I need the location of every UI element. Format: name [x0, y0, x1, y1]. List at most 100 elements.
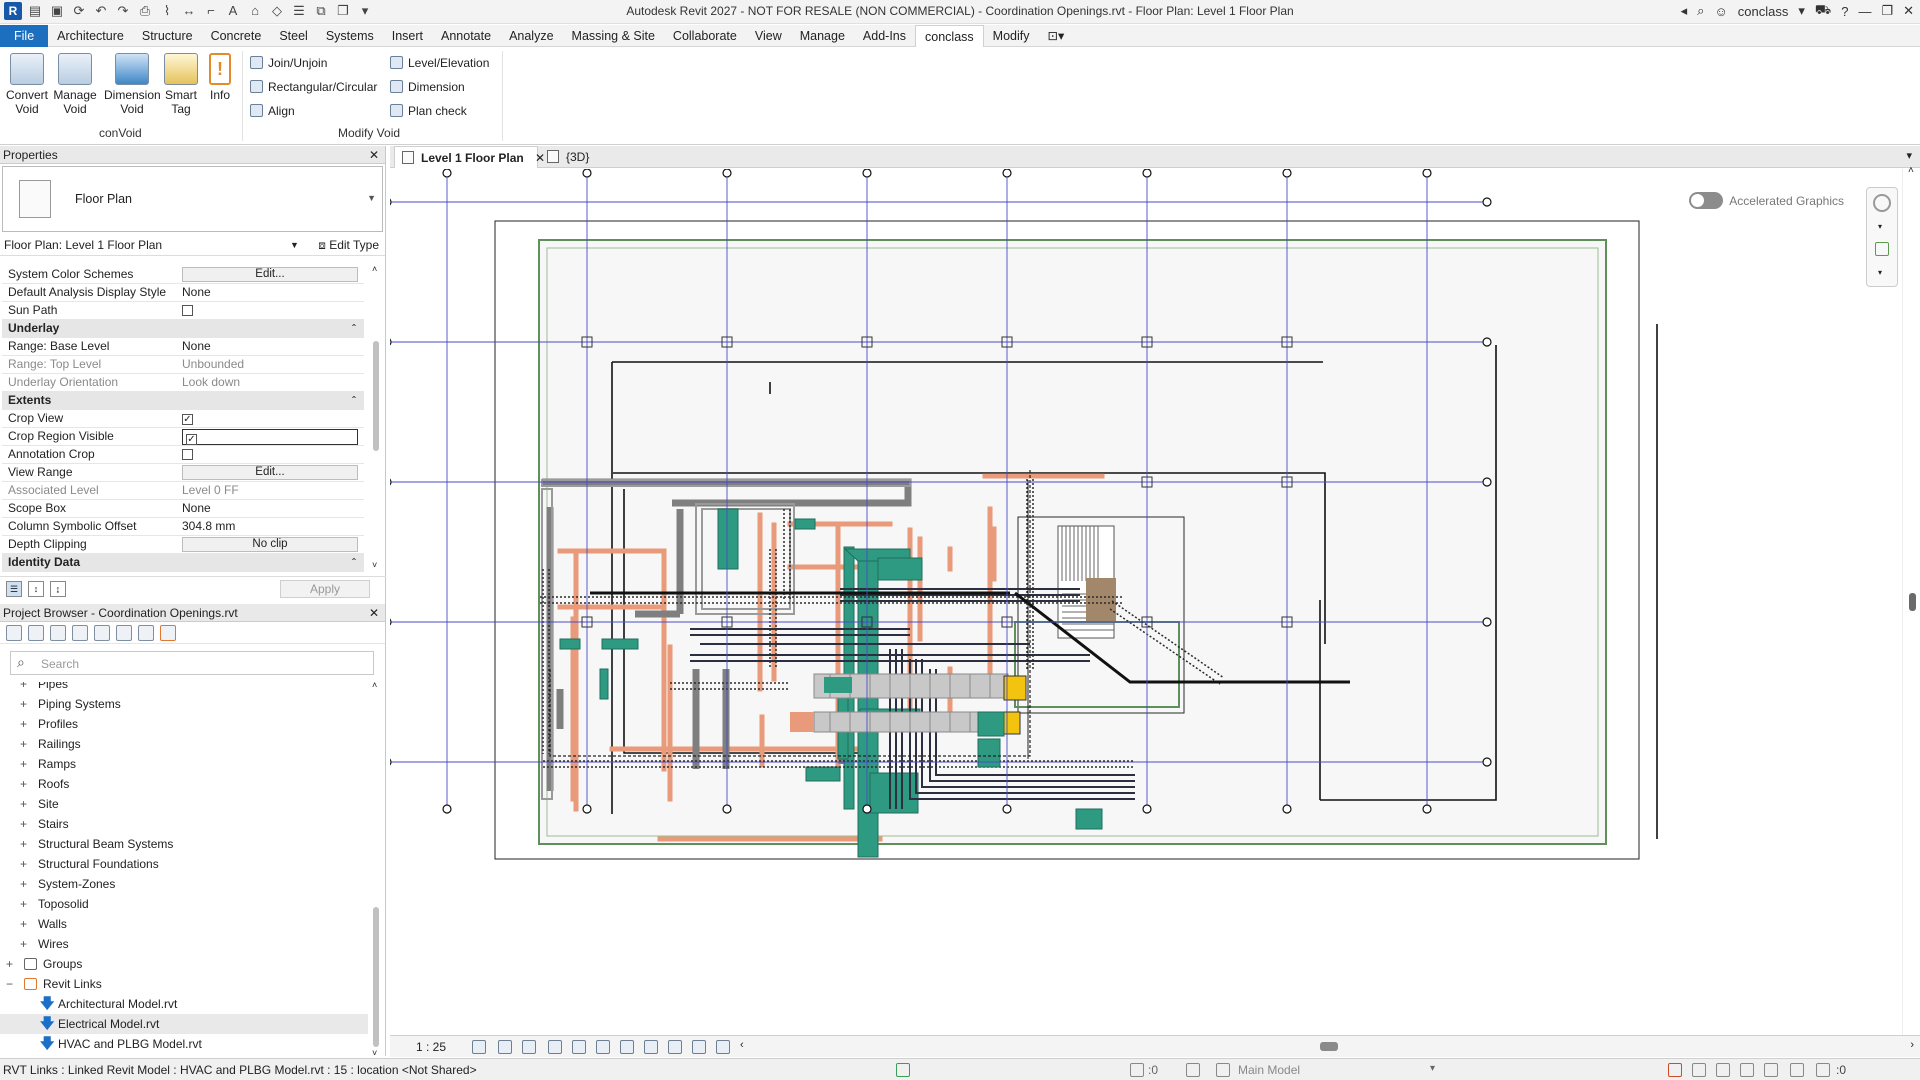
expand-icon[interactable]: +: [20, 834, 27, 854]
grid-bubble[interactable]: [390, 338, 392, 346]
tree-item-link[interactable]: 🡇 HVAC and PLBG Model.rvt: [0, 1034, 368, 1054]
tree-item[interactable]: − Revit Links: [0, 974, 368, 994]
tree-item[interactable]: + Stairs: [0, 814, 368, 834]
minimize-icon[interactable]: —: [1858, 4, 1871, 19]
design-options-icon[interactable]: [1216, 1063, 1230, 1077]
background-process-icon[interactable]: [1790, 1063, 1804, 1077]
close-icon[interactable]: ✕: [369, 146, 379, 164]
property-value[interactable]: None: [178, 500, 364, 517]
info-button[interactable]: ! Info: [193, 53, 247, 102]
sync-icon[interactable]: ⟳: [70, 2, 88, 20]
grid-bubble[interactable]: [1482, 197, 1492, 207]
expand-icon[interactable]: +: [20, 934, 27, 954]
expand-icon[interactable]: +: [20, 734, 27, 754]
dimension-icon[interactable]: ↔: [180, 2, 198, 20]
plan-check-button[interactable]: Plan check: [390, 101, 467, 121]
level-elevation-button[interactable]: Level/Elevation: [390, 53, 489, 73]
property-checkbox[interactable]: [182, 449, 193, 460]
tree-item[interactable]: + Profiles: [0, 714, 368, 734]
apply-button[interactable]: Apply: [280, 580, 370, 598]
grid-bubble[interactable]: [1482, 477, 1492, 487]
groups-icon[interactable]: [138, 625, 154, 641]
tab-insert[interactable]: Insert: [383, 25, 432, 47]
print-icon[interactable]: ⎙: [136, 2, 154, 20]
revit-logo-icon[interactable]: R: [4, 2, 22, 20]
expand-icon[interactable]: +: [20, 774, 27, 794]
active-model[interactable]: Main Model: [1238, 1063, 1300, 1077]
thin-lines-icon[interactable]: ☰: [290, 2, 308, 20]
visual-style-icon[interactable]: [498, 1040, 512, 1054]
expand-icon[interactable]: +: [6, 954, 13, 974]
chevron-down-icon[interactable]: ▾: [1878, 268, 1882, 277]
save-icon[interactable]: ▣: [48, 2, 66, 20]
align-button[interactable]: Align: [250, 101, 295, 121]
tab-collaborate[interactable]: Collaborate: [664, 25, 746, 47]
manage-void-button[interactable]: Manage Void: [48, 53, 102, 116]
tree-item-link[interactable]: 🡇 Architectural Model.rvt: [0, 994, 368, 1014]
scrollbar-thumb[interactable]: [373, 341, 379, 451]
back-icon[interactable]: ◂: [1681, 3, 1688, 19]
expand-icon[interactable]: +: [20, 754, 27, 774]
tab-add-ins[interactable]: Add-Ins: [854, 25, 915, 47]
schedules-icon[interactable]: [72, 625, 88, 641]
chevron-left-icon[interactable]: ‹: [740, 1039, 744, 1051]
expand-icon[interactable]: +: [20, 682, 27, 694]
tab-concrete[interactable]: Concrete: [202, 25, 271, 47]
convert-void-button[interactable]: Convert Void: [0, 53, 54, 116]
sort-descending-icon[interactable]: ↨: [50, 581, 66, 597]
switch-windows-icon[interactable]: ❐: [334, 2, 352, 20]
property-edit-button[interactable]: No clip: [182, 537, 358, 552]
tab-steel[interactable]: Steel: [270, 25, 317, 47]
tab-annotate[interactable]: Annotate: [432, 25, 500, 47]
property-section[interactable]: Extents: [2, 392, 364, 410]
tab-file[interactable]: File: [0, 24, 49, 47]
select-underlay-icon[interactable]: [1692, 1063, 1706, 1077]
grid-bubble[interactable]: [1282, 804, 1292, 814]
ribbon-display-toggle-icon[interactable]: ⊡▾: [1038, 25, 1073, 47]
property-checkbox[interactable]: ✓: [182, 414, 193, 425]
close-icon[interactable]: ✕: [369, 604, 379, 622]
tab-analyze[interactable]: Analyze: [500, 25, 562, 47]
tree-item[interactable]: + Walls: [0, 914, 368, 934]
canvas-vertical-scrollbar[interactable]: ˄: [1902, 165, 1920, 1035]
section-icon[interactable]: ◇: [268, 2, 286, 20]
analytical-model-icon[interactable]: [692, 1040, 706, 1054]
links-icon[interactable]: [160, 625, 176, 641]
collapse-icon[interactable]: −: [6, 974, 13, 994]
grid-bubble[interactable]: [390, 618, 392, 626]
tree-item[interactable]: + Site: [0, 794, 368, 814]
grid-bubble[interactable]: [1142, 804, 1152, 814]
unlocked-3d-view-icon[interactable]: [620, 1040, 634, 1054]
views-icon[interactable]: [28, 625, 44, 641]
chevron-down-icon[interactable]: ▼: [290, 234, 299, 256]
cart-icon[interactable]: ⛟: [1815, 2, 1831, 20]
redo-icon[interactable]: ↷: [114, 2, 132, 20]
property-value[interactable]: Look down: [178, 374, 364, 391]
edit-type-button[interactable]: ⧈ Edit Type: [318, 234, 379, 256]
tab-view[interactable]: View: [746, 25, 791, 47]
tab-modify[interactable]: Modify: [984, 25, 1039, 47]
scrollbar-thumb[interactable]: [1909, 593, 1916, 611]
property-value[interactable]: Level 0 FF: [178, 482, 364, 499]
grid-bubble[interactable]: [862, 804, 872, 814]
grid-bubble[interactable]: [1282, 169, 1292, 178]
crop-view-icon[interactable]: [572, 1040, 586, 1054]
text-icon[interactable]: A: [224, 2, 242, 20]
join-unjoin-button[interactable]: Join/Unjoin: [250, 53, 327, 73]
scrollbar-thumb[interactable]: [373, 907, 379, 1047]
expand-icon[interactable]: +: [20, 794, 27, 814]
properties-scrollbar[interactable]: ˄ ˅: [371, 264, 381, 570]
select-by-face-icon[interactable]: [1740, 1063, 1754, 1077]
drag-elements-icon[interactable]: [1764, 1063, 1778, 1077]
user-dropdown-icon[interactable]: ▾: [1798, 3, 1805, 19]
close-hidden-icon[interactable]: ⧉: [312, 2, 330, 20]
drawing-canvas[interactable]: Accelerated Graphics ▾ ▾: [390, 169, 1902, 1035]
tag-icon[interactable]: ⌐: [202, 2, 220, 20]
property-edit-button[interactable]: Edit...: [182, 267, 358, 282]
grid-bubble[interactable]: [1142, 169, 1152, 178]
grid-bubble[interactable]: [722, 804, 732, 814]
shadows-icon[interactable]: [548, 1040, 562, 1054]
select-pinned-icon[interactable]: [1716, 1063, 1730, 1077]
tree-item[interactable]: + Ramps: [0, 754, 368, 774]
restore-icon[interactable]: ❐: [1881, 3, 1893, 19]
